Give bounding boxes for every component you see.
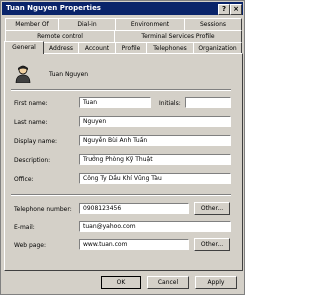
properties-window: Tuan Nguyen Properties ? × Member Of Dia…: [0, 0, 245, 295]
title-bar: Tuan Nguyen Properties ? ×: [2, 2, 243, 15]
last-name-label: Last name:: [14, 119, 48, 126]
cancel-button[interactable]: Cancel: [147, 276, 189, 289]
display-name-label: Display name:: [14, 138, 58, 145]
separator: [11, 194, 231, 196]
first-name-label: First name:: [14, 100, 48, 107]
user-display-name-header: Tuan Nguyen: [49, 71, 89, 78]
webpage-label: Web page:: [14, 242, 46, 249]
initials-field[interactable]: [185, 97, 231, 108]
separator: [11, 89, 231, 91]
display-name-field[interactable]: Nguyễn Bùi Anh Tuấn: [79, 135, 231, 146]
office-label: Office:: [14, 176, 34, 183]
email-field[interactable]: tuan@yahoo.com: [79, 221, 231, 232]
tab-general[interactable]: General: [4, 41, 44, 54]
ok-button[interactable]: OK: [101, 276, 141, 289]
description-field[interactable]: Trưởng Phòng Kỹ Thuật: [79, 154, 231, 165]
window-title: Tuan Nguyen Properties: [6, 4, 101, 12]
user-icon: [15, 65, 31, 83]
help-button[interactable]: ?: [218, 4, 230, 15]
webpage-other-button[interactable]: Other...: [194, 238, 230, 251]
telephone-other-button[interactable]: Other...: [194, 202, 230, 215]
apply-button[interactable]: Apply: [195, 276, 237, 289]
telephone-label: Telephone number:: [14, 206, 72, 213]
office-field[interactable]: Công Ty Dầu Khí Vũng Tàu: [79, 173, 231, 184]
telephone-field[interactable]: 0908123456: [79, 203, 189, 214]
initials-label: Initials:: [159, 100, 181, 107]
description-label: Description:: [14, 157, 51, 164]
webpage-field[interactable]: www.tuan.com: [79, 239, 189, 250]
last-name-field[interactable]: Nguyen: [79, 116, 231, 127]
email-label: E-mail:: [14, 224, 35, 231]
close-button[interactable]: ×: [230, 4, 242, 15]
first-name-field[interactable]: Tuan: [79, 97, 151, 108]
